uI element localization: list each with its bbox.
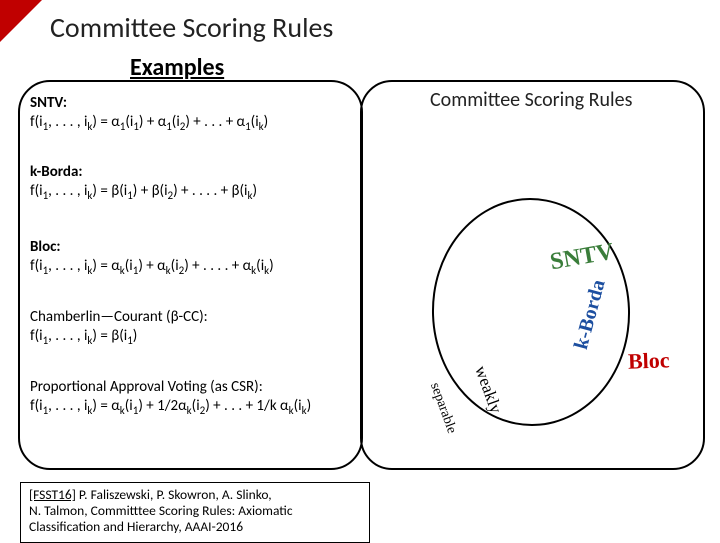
example-sntv-formula: f(i1, . . . , ik) = α1(i1) + α1(i2) + . … [30, 113, 268, 134]
weakly-line1: weakly [472, 364, 506, 419]
example-bloc-formula: f(i1, . . . , ik) = αk(i1) + αk(i2) + . … [30, 257, 274, 278]
example-cc-formula: f(i1, . . . , ik) = β(i1) [30, 327, 208, 348]
weakly-line2: separable [427, 381, 458, 435]
example-sntv: SNTV: f(i1, . . . , ik) = α1(i1) + α1(i2… [30, 94, 268, 134]
tag-bloc: Bloc [628, 347, 670, 374]
slide-title: Committee Scoring Rules [50, 10, 333, 45]
example-kborda: k-Borda: f(i1, . . . , ik) = β(i1) + β(i… [30, 163, 257, 203]
example-bloc: Bloc: f(i1, . . . , ik) = αk(i1) + αk(i2… [30, 238, 274, 278]
citation-ref: [FSST16] [29, 486, 76, 503]
example-pav: Proportional Approval Voting (as CSR): f… [30, 378, 311, 418]
example-sntv-name: SNTV: [30, 94, 268, 113]
examples-heading: Examples [130, 53, 224, 82]
example-kborda-name: k-Borda: [30, 163, 257, 182]
example-cc-name: Chamberlin—Courant (β-CC): [30, 308, 208, 327]
example-bloc-name: Bloc: [30, 238, 274, 257]
right-panel-label: Committee Scoring Rules [430, 88, 632, 112]
citation-box: [FSST16] P. Faliszewski, P. Skowron, A. … [20, 482, 370, 543]
example-kborda-formula: f(i1, . . . , ik) = β(i1) + β(i2) + . . … [30, 182, 257, 203]
example-pav-name: Proportional Approval Voting (as CSR): [30, 378, 311, 397]
example-pav-formula: f(i1, . . . , ik) = αk(i1) + 1/2αk(i2) +… [30, 397, 311, 418]
slide-corner-accent [0, 0, 42, 42]
example-cc: Chamberlin—Courant (β-CC): f(i1, . . . ,… [30, 308, 208, 348]
